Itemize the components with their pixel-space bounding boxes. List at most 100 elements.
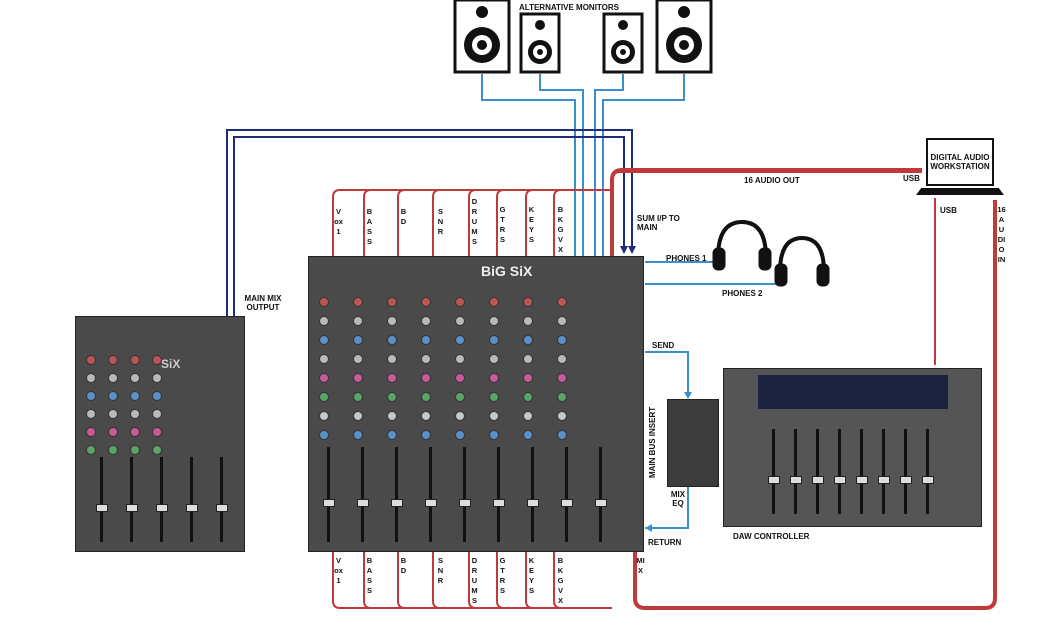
console-knob (130, 391, 140, 401)
daw-laptop: DIGITAL AUDIO WORKSTATION (916, 138, 1004, 198)
fader-cap (459, 499, 471, 508)
console-knob (455, 335, 465, 345)
speaker-large-right (655, 0, 713, 74)
audio-out-label: 16 AUDIO OUT (744, 176, 800, 185)
send-label: SEND (652, 341, 675, 350)
console-knob (523, 392, 533, 402)
console-knob (523, 335, 533, 345)
fader-cap (922, 475, 934, 484)
sum-arrow-1 (620, 246, 628, 254)
channel-top-label: Vox 1 (334, 207, 343, 236)
console-knob (387, 354, 397, 364)
console-knob (130, 409, 140, 419)
usb-top-label: USB (903, 174, 920, 183)
console-knob (557, 430, 567, 440)
fader-cap (96, 503, 108, 512)
console-knob (421, 430, 431, 440)
headphones-1-icon (712, 219, 772, 271)
return-arrow (645, 524, 652, 532)
fader-cap (186, 503, 198, 512)
console-knob (523, 354, 533, 364)
console-knob (455, 354, 465, 364)
console-knob (421, 373, 431, 383)
usb-bottom-label: USB (940, 206, 957, 215)
console-fader (100, 457, 103, 542)
console-knob (387, 316, 397, 326)
console-fader (395, 447, 398, 542)
console-knob (387, 335, 397, 345)
console-knob (523, 316, 533, 326)
console-knob (319, 335, 329, 345)
console-knob (489, 335, 499, 345)
console-knob (353, 373, 363, 383)
console-knob (489, 316, 499, 326)
console-knob (108, 355, 118, 365)
console-fader (429, 447, 432, 542)
console-knob (455, 411, 465, 421)
console-knob (319, 411, 329, 421)
console-knob (130, 445, 140, 455)
console-knob (523, 430, 533, 440)
console-knob (152, 373, 162, 383)
sum-arrow-2 (628, 246, 636, 254)
fader-cap (790, 475, 802, 484)
console-knob (319, 354, 329, 364)
console-knob (557, 316, 567, 326)
console-knob (152, 355, 162, 365)
phones-2-label: PHONES 2 (722, 289, 763, 298)
main-bus-insert-label: MAIN BUS INSERT (648, 406, 657, 478)
console-knob (152, 391, 162, 401)
console-fader (565, 447, 568, 542)
console-knob (387, 297, 397, 307)
console-knob (421, 335, 431, 345)
console-knob (353, 316, 363, 326)
console-knob (523, 297, 533, 307)
fader-cap (527, 499, 539, 508)
console-knob (319, 430, 329, 440)
console-knob (523, 411, 533, 421)
channel-top-label: GTRS (499, 205, 506, 244)
console-fader (772, 429, 775, 514)
console-knob (108, 373, 118, 383)
headphones-2-icon (774, 235, 830, 287)
console-knob (108, 391, 118, 401)
daw-controller-label: DAW CONTROLLER (733, 532, 810, 541)
phones-1-label: PHONES 1 (666, 254, 707, 263)
console-knob (353, 392, 363, 402)
console-fader (531, 447, 534, 542)
mix-eq-label: MIX EQ (670, 490, 686, 508)
console-knob (421, 297, 431, 307)
small-console-logo: SiX (161, 357, 181, 371)
daw-controller-unit (723, 368, 982, 527)
console-knob (353, 430, 363, 440)
console-knob (489, 373, 499, 383)
speaker-small-right (602, 12, 644, 74)
fader-cap (391, 499, 403, 508)
channel-bottom-label: BD (400, 556, 407, 575)
console-knob (455, 297, 465, 307)
main-mix-output-label: MAIN MIX OUTPUT (244, 294, 282, 312)
channel-top-label: BD (400, 207, 407, 226)
console-knob (455, 430, 465, 440)
console-knob (152, 445, 162, 455)
console-knob (152, 409, 162, 419)
console-knob (387, 373, 397, 383)
fader-cap (216, 503, 228, 512)
console-knob (557, 335, 567, 345)
console-knob (319, 373, 329, 383)
console-knob (387, 392, 397, 402)
console-knob (489, 392, 499, 402)
channel-top-label: BKGVX (557, 205, 564, 254)
console-fader (599, 447, 602, 542)
console-fader (361, 447, 364, 542)
channel-top-label: DRUMS (471, 197, 478, 246)
console-fader (463, 447, 466, 542)
console-knob (353, 335, 363, 345)
console-knob (319, 392, 329, 402)
big-six-logo: BiG SiX (481, 263, 533, 279)
daw-label: DIGITAL AUDIO WORKSTATION (926, 138, 994, 186)
console-knob (523, 373, 533, 383)
console-knob (108, 427, 118, 437)
fader-cap (493, 499, 505, 508)
console-fader (190, 457, 193, 542)
